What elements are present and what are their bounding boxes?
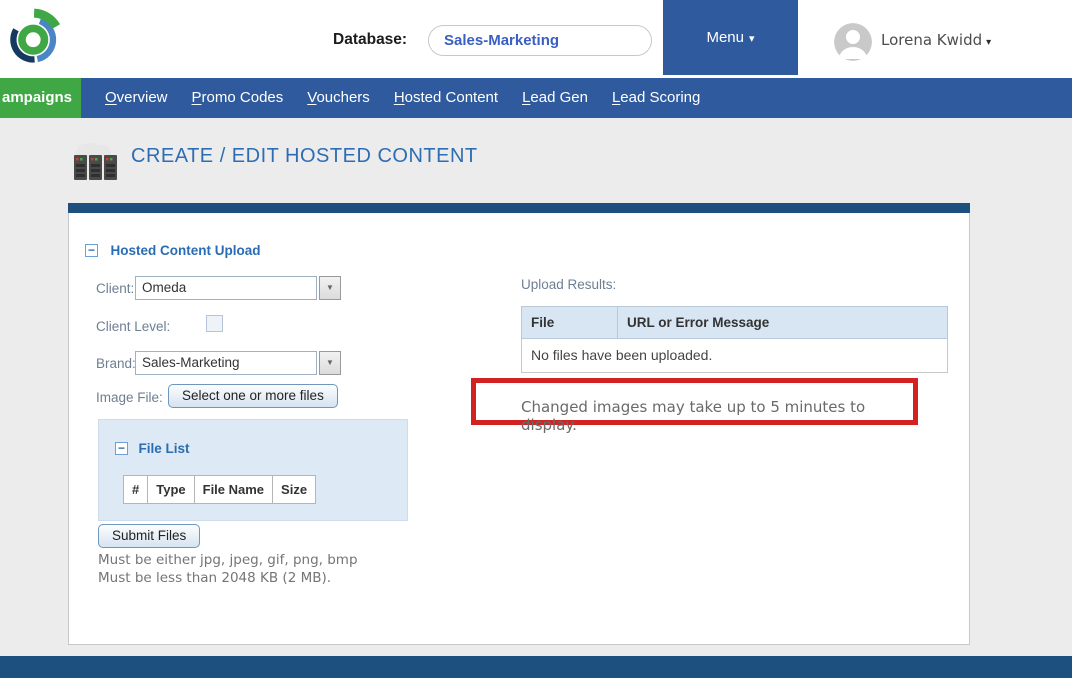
upload-note-text: Changed images may take up to 5 minutes … — [476, 383, 913, 434]
nav-tab-campaigns[interactable]: ampaigns — [0, 78, 81, 118]
collapse-minus-icon[interactable]: − — [115, 442, 128, 455]
brand-dropdown-button[interactable]: ▼ — [319, 351, 341, 375]
submit-files-button[interactable]: Submit Files — [98, 524, 200, 548]
file-list-col-filename: File Name — [194, 476, 272, 504]
file-list-box: − File List # Type File Name Size — [98, 419, 408, 521]
file-list-col-size: Size — [273, 476, 316, 504]
requirement-text-2: Must be less than 2048 KB (2 MB). — [98, 570, 331, 586]
app-header: Database: Sales-Marketing Menu ▾ Lorena K… — [0, 0, 1072, 78]
caret-down-icon: ▾ — [986, 37, 991, 48]
page-title: CREATE / EDIT HOSTED CONTENT — [131, 145, 478, 168]
footer-bar — [0, 656, 1072, 678]
file-list-table: # Type File Name Size — [123, 475, 316, 504]
upload-results-col-url: URL or Error Message — [618, 307, 769, 338]
upload-results-header-row: File URL or Error Message — [521, 306, 948, 339]
file-list-col-type: Type — [148, 476, 194, 504]
omeda-logo-icon[interactable] — [8, 4, 62, 70]
upload-results-col-file: File — [522, 307, 618, 338]
upload-results-table: File URL or Error Message No files have … — [521, 306, 948, 373]
panel-top-bar — [68, 203, 970, 213]
nav-item-vouchers[interactable]: Vouchers — [295, 78, 382, 118]
client-level-label: Client Level: — [96, 319, 170, 334]
upload-results-label: Upload Results: — [521, 277, 616, 292]
hosted-content-icon — [72, 140, 118, 182]
collapse-minus-icon[interactable]: − — [85, 244, 98, 257]
dropdown-arrow-icon: ▼ — [326, 283, 334, 292]
image-file-label: Image File: — [96, 390, 163, 405]
panel-body: − Hosted Content Upload Client: Omeda ▼ … — [68, 213, 970, 645]
annotation-red-box: Changed images may take up to 5 minutes … — [471, 378, 918, 425]
content-panel: − Hosted Content Upload Client: Omeda ▼ … — [68, 203, 970, 645]
upload-section-header: − Hosted Content Upload — [85, 242, 260, 260]
client-input[interactable]: Omeda — [135, 276, 317, 300]
menu-button[interactable]: Menu ▾ — [663, 0, 798, 75]
nav-item-lead-gen[interactable]: Lead Gen — [510, 78, 600, 118]
brand-label: Brand: — [96, 356, 136, 371]
main-nav: ampaigns Overview Promo Codes Vouchers H… — [0, 78, 1072, 118]
nav-item-promo-codes[interactable]: Promo Codes — [180, 78, 296, 118]
brand-input[interactable]: Sales-Marketing — [135, 351, 317, 375]
file-list-title: File List — [138, 441, 189, 456]
dropdown-arrow-icon: ▼ — [326, 358, 334, 367]
upload-section-title: Hosted Content Upload — [110, 243, 260, 258]
nav-item-hosted-content[interactable]: Hosted Content — [382, 78, 510, 118]
requirement-text-1: Must be either jpg, jpeg, gif, png, bmp — [98, 552, 358, 568]
database-selector[interactable]: Sales-Marketing — [428, 25, 652, 56]
menu-button-label: Menu — [706, 29, 744, 46]
user-name: Lorena Kwidd — [881, 31, 982, 49]
client-label: Client: — [96, 281, 134, 296]
nav-items: Overview Promo Codes Vouchers Hosted Con… — [93, 78, 712, 118]
client-dropdown-button[interactable]: ▼ — [319, 276, 341, 300]
user-avatar[interactable] — [834, 23, 872, 61]
client-level-checkbox[interactable] — [206, 315, 223, 332]
user-menu[interactable]: Lorena Kwidd ▾ — [881, 31, 991, 49]
file-list-col-number: # — [124, 476, 148, 504]
upload-results-empty-row: No files have been uploaded. — [521, 339, 948, 373]
select-files-button[interactable]: Select one or more files — [168, 384, 338, 408]
caret-down-icon: ▾ — [749, 33, 755, 45]
database-label: Database: — [333, 31, 407, 49]
nav-item-lead-scoring[interactable]: Lead Scoring — [600, 78, 712, 118]
nav-item-overview[interactable]: Overview — [93, 78, 180, 118]
file-list-header: − File List — [115, 440, 189, 458]
